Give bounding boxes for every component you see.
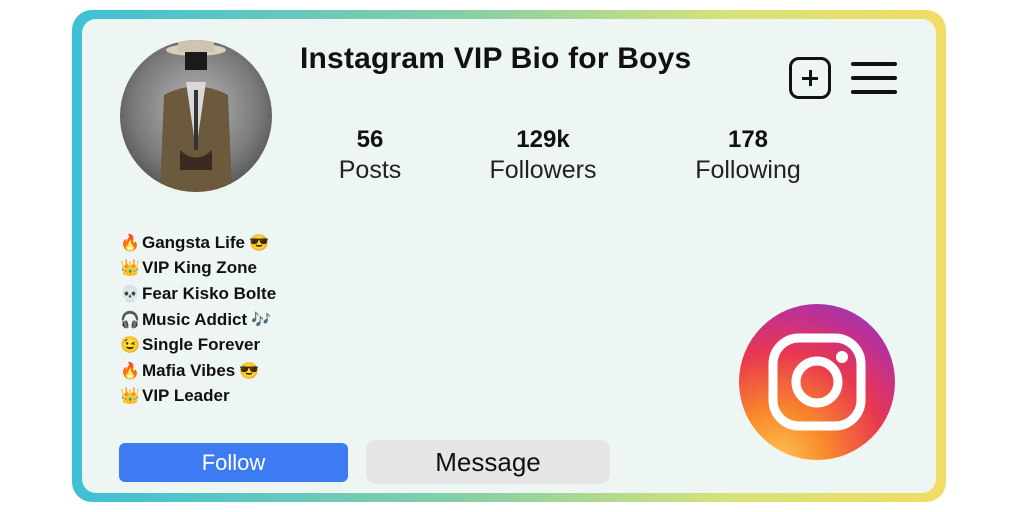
- bio-line: 👑 VIP Leader: [120, 384, 276, 410]
- fire-icon: 🔥: [120, 362, 140, 380]
- bio-line: 👑 VIP King Zone: [120, 256, 276, 282]
- camera-icon: [768, 333, 866, 431]
- stat-followers-label: Followers: [489, 156, 597, 184]
- bio-text: Gangsta Life: [142, 232, 245, 252]
- page-title: Instagram VIP Bio for Boys: [300, 42, 692, 75]
- bio-line: 🔥 Gangsta Life 😎: [120, 230, 276, 256]
- stat-posts-value: 56: [356, 126, 384, 153]
- stat-followers-value: 129k: [516, 126, 570, 153]
- fire-icon: 🔥: [120, 234, 140, 252]
- avatar-image: [160, 40, 232, 192]
- bio-list: 🔥 Gangsta Life 😎 👑 VIP King Zone 💀 Fear …: [120, 230, 276, 409]
- stat-followers[interactable]: 129k Followers: [463, 126, 623, 185]
- instagram-logo-icon: [739, 304, 895, 460]
- plus-square-icon[interactable]: [789, 57, 831, 99]
- follow-button[interactable]: Follow: [119, 443, 348, 482]
- sunglasses-icon: 😎: [248, 234, 269, 252]
- bio-text: Music Addict: [142, 309, 248, 329]
- headphones-icon: 🎧: [120, 311, 140, 329]
- bio-text: VIP Leader: [142, 386, 230, 406]
- music-notes-icon: 🎶: [251, 311, 272, 329]
- bio-line: 🎧 Music Addict 🎶: [120, 307, 276, 333]
- bio-text: VIP King Zone: [142, 258, 257, 278]
- hamburger-menu-icon[interactable]: [851, 60, 897, 96]
- stat-following[interactable]: 178 Following: [668, 126, 828, 185]
- stat-following-value: 178: [727, 126, 769, 153]
- sunglasses-icon: 😎: [239, 362, 260, 380]
- stat-following-label: Following: [695, 156, 801, 184]
- stat-posts[interactable]: 56 Posts: [290, 126, 450, 185]
- bio-text: Single Forever: [142, 335, 261, 355]
- bio-line: 💀 Fear Kisko Bolte: [120, 281, 276, 307]
- profile-avatar[interactable]: [120, 40, 272, 192]
- message-button[interactable]: Message: [366, 440, 610, 484]
- bio-text: Mafia Vibes: [142, 360, 236, 380]
- wink-icon: 😉: [120, 337, 140, 355]
- bio-text: Fear Kisko Bolte: [142, 283, 277, 303]
- stat-posts-label: Posts: [338, 156, 402, 184]
- bio-line: 😉 Single Forever: [120, 332, 276, 358]
- bio-line: 🔥 Mafia Vibes 😎: [120, 358, 276, 384]
- crown-icon: 👑: [120, 388, 140, 406]
- crown-icon: 👑: [120, 260, 140, 278]
- skull-icon: 💀: [120, 285, 140, 303]
